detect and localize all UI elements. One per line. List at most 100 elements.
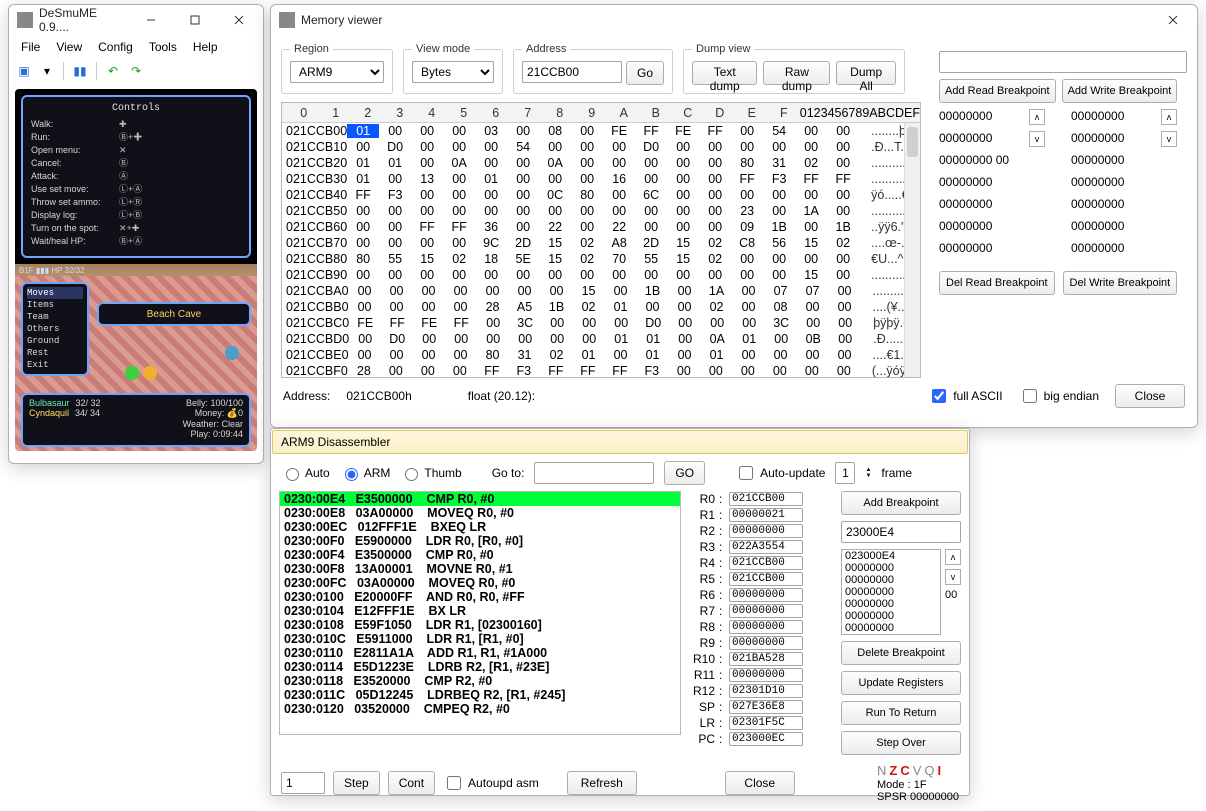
maximize-button[interactable] — [173, 6, 217, 34]
reg-input[interactable] — [729, 492, 803, 506]
reg-input[interactable] — [729, 716, 803, 730]
text-dump-button[interactable]: Text dump — [692, 61, 757, 85]
raw-dump-button[interactable]: Raw dump — [763, 61, 830, 85]
open-icon[interactable]: ▣ — [14, 61, 34, 81]
menu-help[interactable]: Help — [185, 37, 226, 57]
spin-icon[interactable]: ʌ — [1029, 109, 1045, 125]
asm-row[interactable]: 0230:0118 E3520000 CMP R2, #0 — [280, 674, 680, 688]
forward-icon[interactable]: ↷ — [126, 61, 146, 81]
autoupdate-check[interactable]: Auto-update — [735, 463, 825, 483]
hex-row[interactable]: 021CCB70000000009C2D1502A82D1502C8561502… — [282, 235, 920, 251]
close-button[interactable] — [217, 6, 261, 34]
viewmode-select[interactable]: Bytes — [412, 61, 494, 83]
bp-down-icon[interactable]: v — [945, 569, 961, 585]
add-breakpoint-button[interactable]: Add Breakpoint — [841, 491, 961, 515]
mode-thumb-radio[interactable]: Thumb — [400, 465, 461, 481]
bp-entry[interactable]: 00000000 — [842, 574, 940, 586]
asm-row[interactable]: 0230:0114 E5D1223E LDRB R2, [R1, #23E] — [280, 660, 680, 674]
hex-row[interactable]: 021CCBC0FEFFFEFF003C000000D00000003C0000… — [282, 315, 920, 331]
hex-row[interactable]: 021CCB9000000000000000000000000000001500… — [282, 267, 920, 283]
hex-scrollbar[interactable] — [904, 123, 920, 377]
go-button[interactable]: Go — [626, 61, 664, 85]
reg-input[interactable] — [729, 636, 803, 650]
spin-icon[interactable]: v — [1029, 131, 1045, 147]
reg-input[interactable] — [729, 604, 803, 618]
reg-input[interactable] — [729, 652, 803, 666]
step-button[interactable]: Step — [333, 771, 380, 795]
asm-row[interactable]: 0230:0120 03520000 CMPEQ R2, #0 — [280, 702, 680, 716]
full-ascii-check[interactable]: full ASCII — [928, 386, 1002, 406]
asm-row[interactable]: 0230:0100 E20000FF AND R0, R0, #FF — [280, 590, 680, 604]
dis-close-button[interactable]: Close — [725, 771, 795, 795]
game-menu[interactable]: MovesItemsTeamOthersGroundRestExit — [21, 282, 89, 376]
reg-input[interactable] — [729, 540, 803, 554]
hex-row[interactable]: 021CCB30010013000100000016000000FFF3FFFF… — [282, 171, 920, 187]
bp-address-input[interactable] — [939, 51, 1187, 73]
asm-row[interactable]: 0230:0104 E12FFF1E BX LR — [280, 604, 680, 618]
memviewer-close-button[interactable]: Close — [1115, 384, 1185, 408]
hex-row[interactable]: 021CCB8080551502185E15027055150200000000… — [282, 251, 920, 267]
game-bottom-screen[interactable]: MovesItemsTeamOthersGroundRestExit Beach… — [15, 276, 257, 451]
reg-input[interactable] — [729, 732, 803, 746]
bp-entry[interactable]: 00000000 — [842, 586, 940, 598]
reg-input[interactable] — [729, 620, 803, 634]
dropdown-icon[interactable]: ▾ — [37, 61, 57, 81]
reg-input[interactable] — [729, 684, 803, 698]
hex-row[interactable]: 021CCBD000D00000000000000101000A01000B00… — [282, 331, 920, 347]
asm-row[interactable]: 0230:00FC 03A00000 MOVEQ R0, #0 — [280, 576, 680, 590]
bp-up-icon[interactable]: ʌ — [945, 549, 961, 565]
asm-row[interactable]: 0230:0108 E59F1050 LDR R1, [02300160] — [280, 618, 680, 632]
address-input[interactable] — [522, 61, 622, 83]
hex-row[interactable]: 021CCB1000D000000054000000D0000000000000… — [282, 139, 920, 155]
hex-row[interactable]: 021CCB40FFF3000000000C80006C000000000000… — [282, 187, 920, 203]
menu-config[interactable]: Config — [90, 37, 141, 57]
big-endian-check[interactable]: big endian — [1019, 386, 1099, 406]
autoupd-asm-check[interactable]: Autoupd asm — [443, 773, 539, 793]
menu-view[interactable]: View — [48, 37, 90, 57]
hex-row[interactable]: 021CCB000100000003000800FEFFFEFF00540000… — [282, 123, 920, 139]
hex-view[interactable]: 0123456789ABCDEF 0123456789ABCDEF 021CCB… — [281, 102, 921, 378]
asm-row[interactable]: 0230:00F8 13A00001 MOVNE R0, #1 — [280, 562, 680, 576]
asm-row[interactable]: 0230:00F4 E3500000 CMP R0, #0 — [280, 548, 680, 562]
reg-input[interactable] — [729, 588, 803, 602]
cont-button[interactable]: Cont — [388, 771, 435, 795]
menu-item[interactable]: Rest — [27, 347, 83, 359]
menu-item[interactable]: Moves — [27, 287, 83, 299]
menu-item[interactable]: Exit — [27, 359, 83, 371]
goto-input[interactable] — [534, 462, 654, 484]
bp-input[interactable] — [841, 521, 961, 543]
dump-all-button[interactable]: Dump All — [836, 61, 896, 85]
hex-row[interactable]: 021CCBA00000000000000015001B001A00070700… — [282, 283, 920, 299]
hex-row[interactable]: 021CCBE000000000803102010001000100000000… — [282, 347, 920, 363]
hex-row[interactable]: 021CCB200101000A00000A000000000080310200… — [282, 155, 920, 171]
update-regs-button[interactable]: Update Registers — [841, 671, 961, 695]
spin-icon[interactable]: v — [1161, 131, 1177, 147]
asm-row[interactable]: 0230:011C 05D12245 LDRBEQ R2, [R1, #245] — [280, 688, 680, 702]
hex-row[interactable]: 021CCB5000000000000000000000000023001A00… — [282, 203, 920, 219]
hex-row[interactable]: 021CCB600000FFFF3600220022000000091B001B… — [282, 219, 920, 235]
memviewer-titlebar[interactable]: Memory viewer — [271, 5, 1197, 35]
goto-button[interactable]: GO — [664, 461, 705, 485]
menu-item[interactable]: Ground — [27, 335, 83, 347]
add-write-bp-button[interactable]: Add Write Breakpoint — [1062, 79, 1178, 103]
reg-input[interactable] — [729, 508, 803, 522]
rewind-icon[interactable]: ↶ — [103, 61, 123, 81]
asm-listing[interactable]: 0230:00E4 E3500000 CMP R0, #00230:00E8 0… — [279, 491, 681, 735]
run-to-return-button[interactable]: Run To Return — [841, 701, 961, 725]
asm-row[interactable]: 0230:00F0 E5900000 LDR R0, [R0, #0] — [280, 534, 680, 548]
menu-file[interactable]: File — [13, 37, 48, 57]
step-count-input[interactable] — [281, 772, 325, 794]
bp-entry[interactable]: 023000E4 — [842, 550, 940, 562]
bp-entry[interactable]: 00000000 — [842, 622, 940, 634]
emulator-titlebar[interactable]: DeSmuME 0.9.... — [9, 5, 263, 35]
mode-auto-radio[interactable]: Auto — [281, 465, 330, 481]
delete-bp-button[interactable]: Delete Breakpoint — [841, 641, 961, 665]
pause-icon[interactable]: ▮▮ — [70, 61, 90, 81]
asm-row[interactable]: 0230:00E8 03A00000 MOVEQ R0, #0 — [280, 506, 680, 520]
asm-row[interactable]: 0230:010C E5911000 LDR R1, [R1, #0] — [280, 632, 680, 646]
region-select[interactable]: ARM9 — [290, 61, 384, 83]
reg-input[interactable] — [729, 700, 803, 714]
hex-row[interactable]: 021CCBB00000000028A51B020100000200080000… — [282, 299, 920, 315]
mode-arm-radio[interactable]: ARM — [340, 465, 391, 481]
reg-input[interactable] — [729, 668, 803, 682]
